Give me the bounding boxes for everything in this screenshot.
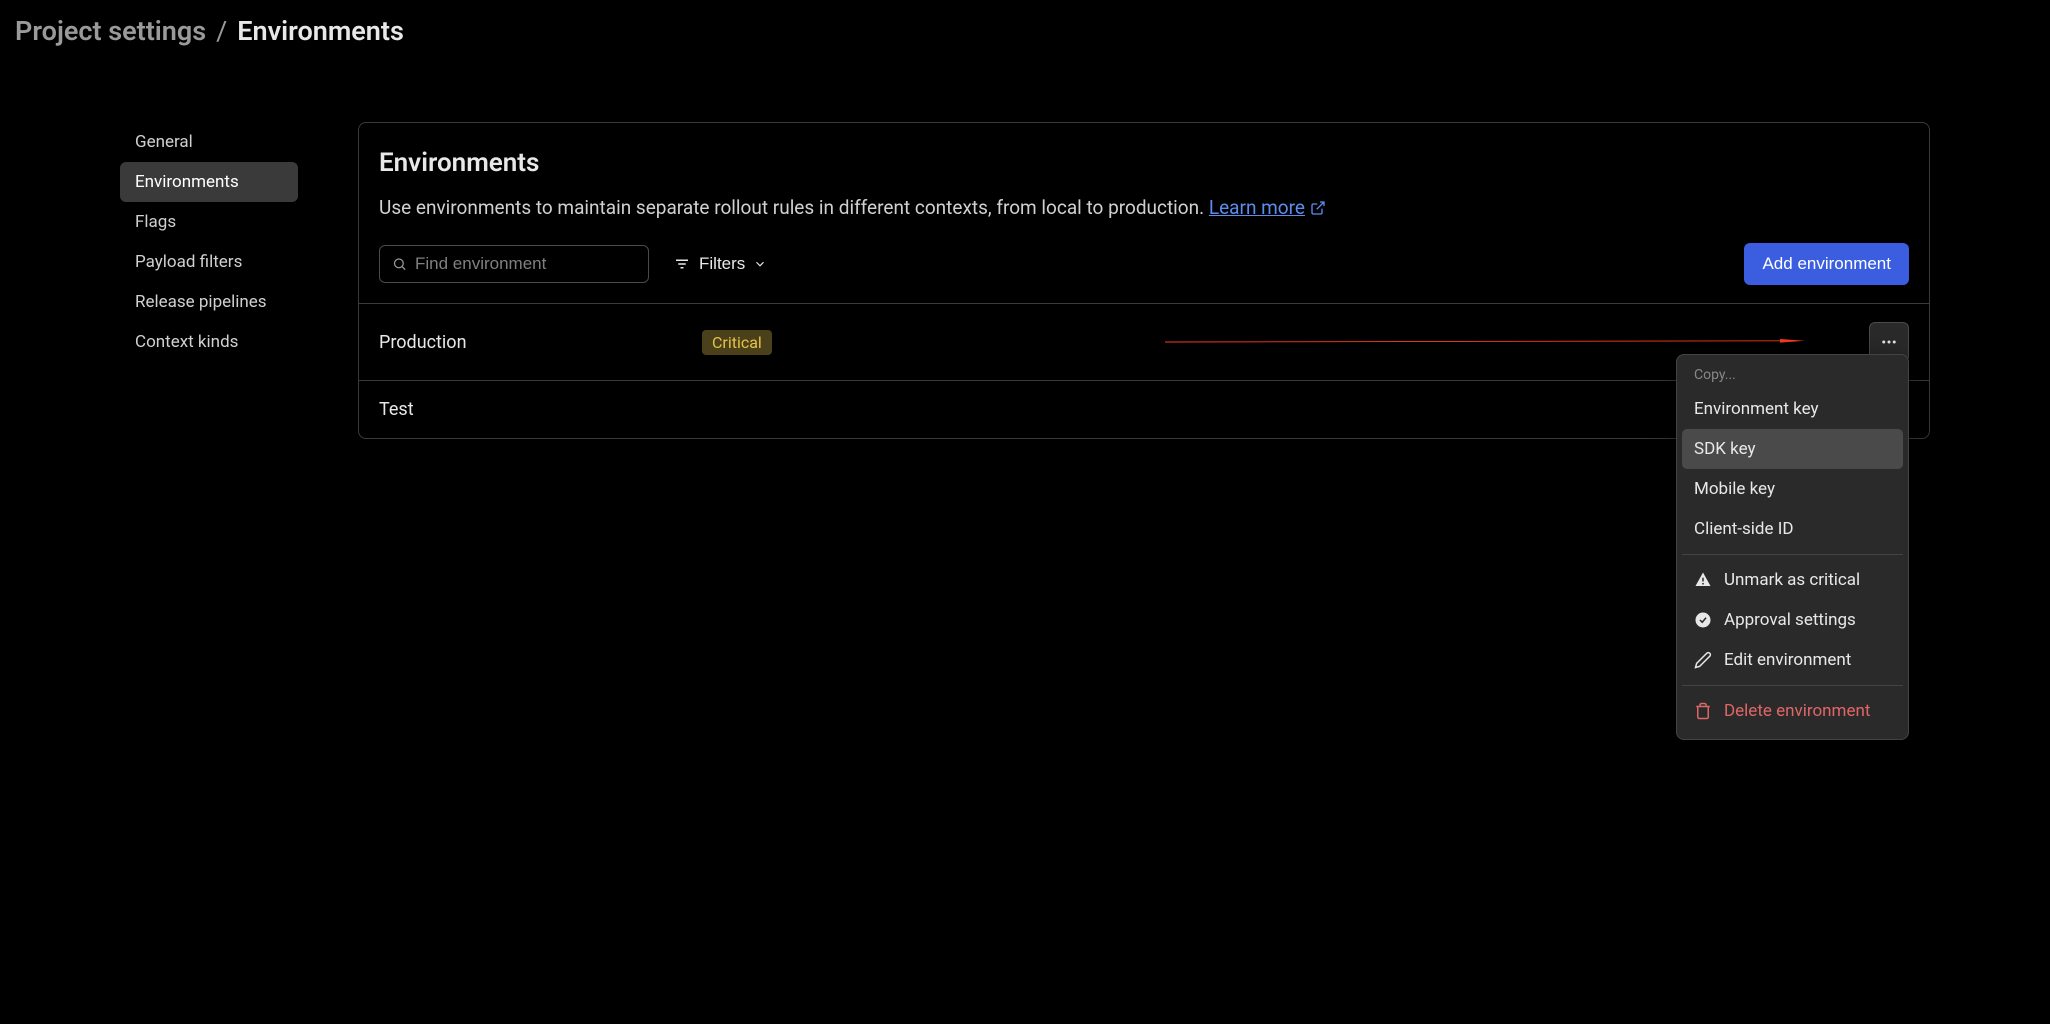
dropdown-divider [1682,554,1903,555]
settings-sidebar: General Environments Flags Payload filte… [120,122,298,439]
approval-settings[interactable]: Approval settings [1682,600,1903,640]
approval-settings-label: Approval settings [1724,610,1856,630]
unmark-critical[interactable]: Unmark as critical [1682,560,1903,600]
learn-more-link[interactable]: Learn more [1209,193,1326,223]
edit-environment-label: Edit environment [1724,650,1851,670]
breadcrumb: Project settings / Environments [0,0,2050,72]
environment-row-production: Production Critical Copy... Environment … [359,303,1929,380]
edit-environment[interactable]: Edit environment [1682,640,1903,680]
panel-header: Environments Use environments to maintai… [359,123,1929,243]
breadcrumb-separator: / [216,15,227,47]
chevron-down-icon [753,257,767,271]
environment-name: Production [379,332,702,353]
unmark-critical-label: Unmark as critical [1724,570,1860,590]
environment-name: Test [379,399,702,420]
sidebar-item-release-pipelines[interactable]: Release pipelines [120,282,298,322]
annotation-arrow [1165,339,1805,345]
search-icon [392,255,407,273]
copy-sdk-key[interactable]: SDK key [1682,429,1903,469]
sidebar-item-environments[interactable]: Environments [120,162,298,202]
pencil-icon [1694,651,1712,669]
sidebar-item-flags[interactable]: Flags [120,202,298,242]
copy-mobile-key[interactable]: Mobile key [1682,469,1903,509]
external-link-icon [1310,200,1326,216]
actions-dropdown: Copy... Environment key SDK key Mobile k… [1676,354,1909,740]
search-container [379,245,649,283]
toolbar: Filters Add environment [359,243,1929,303]
copy-environment-key[interactable]: Environment key [1682,389,1903,429]
main-panel: Environments Use environments to maintai… [358,122,1930,439]
add-environment-button[interactable]: Add environment [1744,243,1909,285]
breadcrumb-parent[interactable]: Project settings [15,15,206,47]
sidebar-item-general[interactable]: General [120,122,298,162]
delete-environment-label: Delete environment [1724,701,1870,721]
copy-client-side-id[interactable]: Client-side ID [1682,509,1903,549]
dots-horizontal-icon [1880,333,1898,351]
warning-icon [1694,571,1712,589]
trash-icon [1694,702,1712,720]
search-input[interactable] [415,254,636,274]
delete-environment[interactable]: Delete environment [1682,691,1903,731]
sidebar-item-payload-filters[interactable]: Payload filters [120,242,298,282]
breadcrumb-current: Environments [237,15,404,47]
dropdown-divider [1682,685,1903,686]
filter-icon [673,255,691,273]
check-circle-icon [1694,611,1712,629]
critical-badge: Critical [702,330,772,355]
sidebar-item-context-kinds[interactable]: Context kinds [120,322,298,362]
panel-description: Use environments to maintain separate ro… [379,193,1909,223]
panel-title: Environments [379,148,1909,178]
panel-description-text: Use environments to maintain separate ro… [379,196,1209,219]
dropdown-copy-label: Copy... [1682,363,1903,389]
filters-label: Filters [699,254,745,274]
filters-button[interactable]: Filters [661,246,779,282]
